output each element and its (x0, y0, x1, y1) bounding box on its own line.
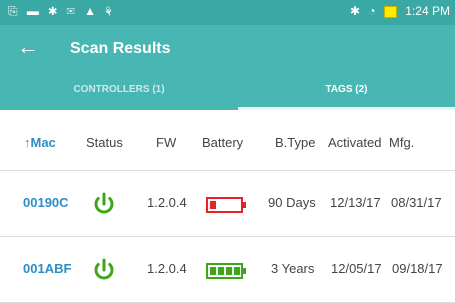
mac-cell[interactable]: 001ABF (23, 261, 71, 276)
back-arrow-icon[interactable]: ← (17, 34, 39, 60)
mfg-cell: 09/18/17 (392, 261, 443, 276)
battery-low-icon (206, 197, 246, 213)
app-bar: ← Scan Results (0, 25, 455, 77)
page-title: Scan Results (70, 40, 171, 57)
tab-bar: CONTROLLERS (1) TAGS (2) (0, 77, 455, 110)
status-bar-right: ✱ ◔ 1:24 PM (350, 4, 455, 18)
battery-full-icon (206, 263, 246, 279)
fw-cell: 1.2.0.4 (147, 261, 187, 276)
activated-cell: 12/13/17 (330, 195, 381, 210)
power-icon (94, 192, 114, 214)
mfg-cell: 08/31/17 (391, 195, 442, 210)
tab-controllers[interactable]: CONTROLLERS (1) (0, 77, 238, 110)
column-header-btype[interactable]: B.Type (275, 135, 315, 150)
column-header-battery[interactable]: Battery (202, 135, 243, 150)
notification-icons: ⎘ ▬ ✱ ✉ ▲ ⚘ (8, 4, 115, 18)
column-header-status[interactable]: Status (86, 135, 123, 150)
tab-tags[interactable]: TAGS (2) (238, 77, 455, 110)
fw-cell: 1.2.0.4 (147, 195, 187, 210)
bluetooth-icon: ✱ (349, 4, 361, 18)
status-time: 1:24 PM (405, 4, 450, 18)
battery-charging-icon (383, 5, 397, 18)
table-row[interactable]: 00190C 1.2.0.4 90 Days 12/13/17 08/31/17 (0, 171, 455, 237)
column-header-mac[interactable]: ↑Mac (24, 135, 56, 150)
column-header-activated[interactable]: Activated (328, 135, 381, 150)
status-bar: ⎘ ▬ ✱ ✉ ▲ ⚘ ✱ ◔ 1:24 PM (0, 0, 455, 25)
wifi-icon: ◔ (368, 4, 376, 18)
mac-cell[interactable]: 00190C (23, 195, 69, 210)
activated-cell: 12/05/17 (331, 261, 382, 276)
column-header-mfg[interactable]: Mfg. (389, 135, 414, 150)
btype-cell: 3 Years (271, 261, 315, 276)
table-header: ↑Mac Status FW Battery B.Type Activated … (0, 110, 455, 171)
column-header-fw[interactable]: FW (156, 135, 176, 150)
power-icon (94, 258, 114, 280)
battery-fill (210, 201, 216, 209)
table-row[interactable]: 001ABF 1.2.0.4 3 Years 12/05/17 09/18/17 (0, 237, 455, 303)
btype-cell: 90 Days (268, 195, 316, 210)
